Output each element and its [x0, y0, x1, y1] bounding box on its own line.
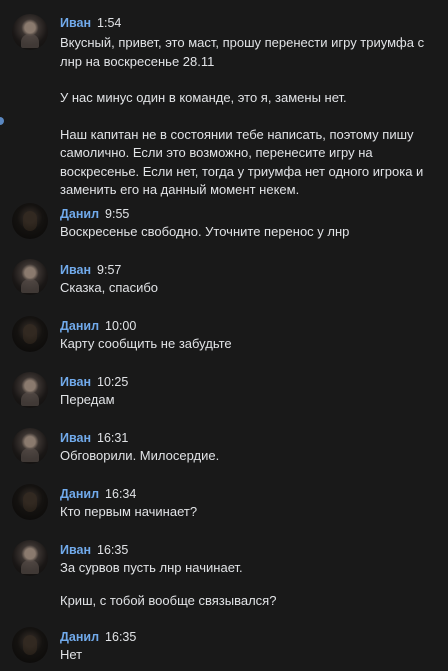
message-header: Иван 16:35 [60, 542, 128, 558]
message-paragraph: Карту сообщить не забудьте [60, 336, 232, 351]
message-header: Данил 16:34 [60, 486, 136, 502]
message-time[interactable]: 10:25 [97, 375, 128, 389]
message-text: Кто первым начинает? [60, 503, 440, 522]
avatar[interactable] [12, 14, 48, 50]
message-paragraph: Нет [60, 647, 83, 662]
message-text: Вкусный, привет, это маст, прошу перенес… [60, 34, 440, 200]
message-header: Иван 10:25 [60, 374, 128, 390]
message-time[interactable]: 16:31 [97, 431, 128, 445]
author-name[interactable]: Иван [60, 263, 91, 277]
avatar[interactable] [12, 428, 48, 464]
avatar[interactable] [12, 484, 48, 520]
message-header: Иван 16:31 [60, 430, 128, 446]
message-header: Иван 1:54 [60, 15, 121, 31]
message-time[interactable]: 10:00 [105, 319, 136, 333]
message-text: Сказка, спасибо [60, 279, 440, 298]
message-paragraph: У нас минус один в команде, это я, замен… [60, 90, 347, 105]
message-time[interactable]: 16:34 [105, 487, 136, 501]
author-name[interactable]: Данил [60, 319, 99, 333]
message-time[interactable]: 16:35 [97, 543, 128, 557]
author-name[interactable]: Иван [60, 431, 91, 445]
author-name[interactable]: Данил [60, 630, 99, 644]
avatar[interactable] [12, 372, 48, 408]
message-paragraph: Наш капитан не в состоянии тебе написать… [60, 126, 424, 198]
message-text: Нет [60, 646, 440, 665]
message-header: Иван 9:57 [60, 262, 121, 278]
message-paragraph: Вкусный, привет, это маст, прошу перенес… [60, 35, 425, 69]
author-name[interactable]: Данил [60, 207, 99, 221]
message-time[interactable]: 1:54 [97, 16, 121, 30]
message-header: Данил 10:00 [60, 318, 136, 334]
chat-history: Иван 1:54 Вкусный, привет, это маст, прош… [0, 0, 448, 671]
message-header: Данил 16:35 [60, 629, 136, 645]
message-text: Карту сообщить не забудьте [60, 335, 440, 354]
avatar[interactable] [12, 203, 48, 239]
message-text: Обговорили. Милосердие. [60, 447, 440, 466]
message-paragraph: Сказка, спасибо [60, 280, 159, 295]
avatar[interactable] [12, 627, 48, 663]
message-paragraph: Кто первым начинает? [60, 504, 198, 519]
message-paragraph: Обговорили. Милосердие. [60, 448, 220, 463]
message-header: Данил 9:55 [60, 206, 129, 222]
message-time[interactable]: 16:35 [105, 630, 136, 644]
avatar[interactable] [12, 316, 48, 352]
message-time[interactable]: 9:57 [97, 263, 121, 277]
author-name[interactable]: Иван [60, 16, 91, 30]
avatar[interactable] [12, 540, 48, 576]
message-text: Воскресенье свободно. Уточните перенос у… [60, 223, 440, 242]
scroll-marker[interactable] [0, 117, 4, 125]
message-paragraph: Передам [60, 392, 115, 407]
author-name[interactable]: Иван [60, 375, 91, 389]
author-name[interactable]: Данил [60, 487, 99, 501]
message-text: За сурвов пусть лнр начинает. Криш, с то… [60, 559, 440, 610]
message-paragraph: Криш, с тобой вообще связывался? [60, 592, 277, 608]
message-paragraph: За сурвов пусть лнр начинает. [60, 560, 243, 575]
message-text: Передам [60, 391, 440, 410]
message-time[interactable]: 9:55 [105, 207, 129, 221]
author-name[interactable]: Иван [60, 543, 91, 557]
message-paragraph: Воскресенье свободно. Уточните перенос у… [60, 224, 350, 239]
avatar[interactable] [12, 259, 48, 295]
